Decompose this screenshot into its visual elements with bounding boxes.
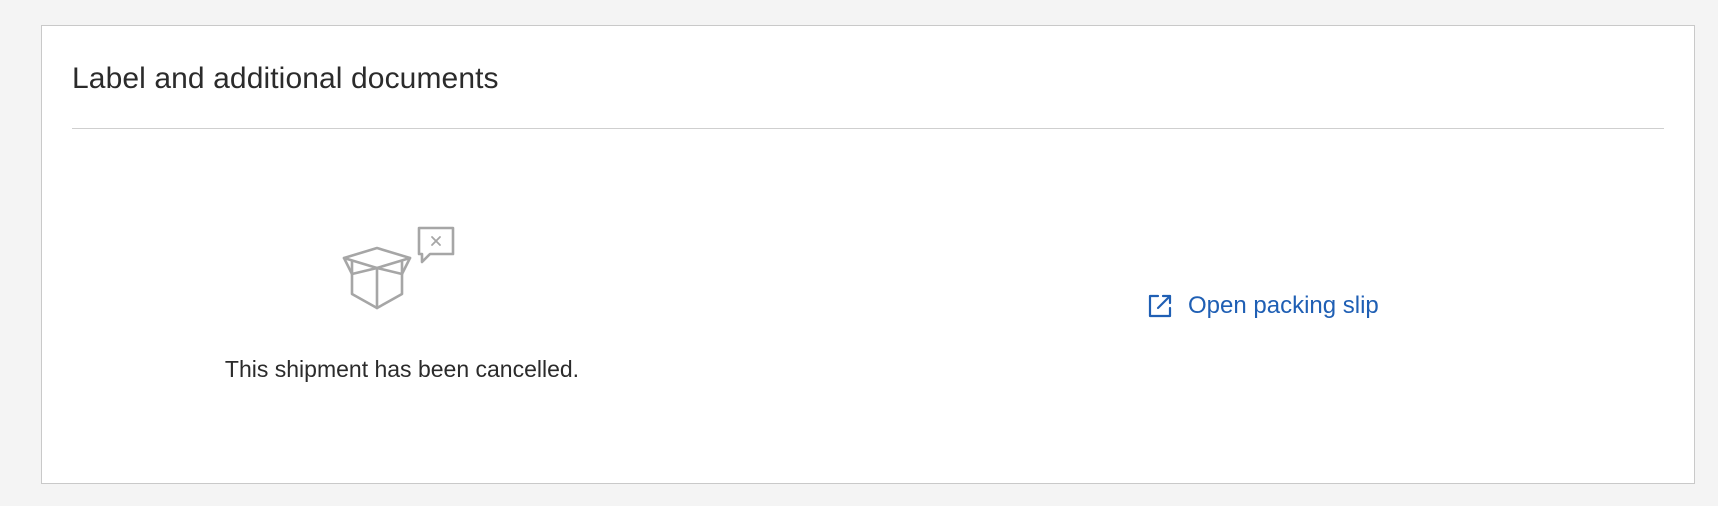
cancelled-empty-state: This shipment has been cancelled. — [202, 226, 602, 426]
external-link-icon — [1148, 294, 1172, 318]
cancelled-message: This shipment has been cancelled. — [224, 356, 580, 382]
open-packing-slip-label: Open packing slip — [1188, 292, 1379, 319]
divider — [72, 128, 1664, 129]
open-packing-slip-link[interactable]: Open packing slip — [1146, 292, 1379, 320]
cancelled-box-icon — [342, 226, 455, 310]
documents-card: Label and additional documents This ship… — [41, 25, 1695, 484]
card-title: Label and additional documents — [72, 62, 499, 95]
